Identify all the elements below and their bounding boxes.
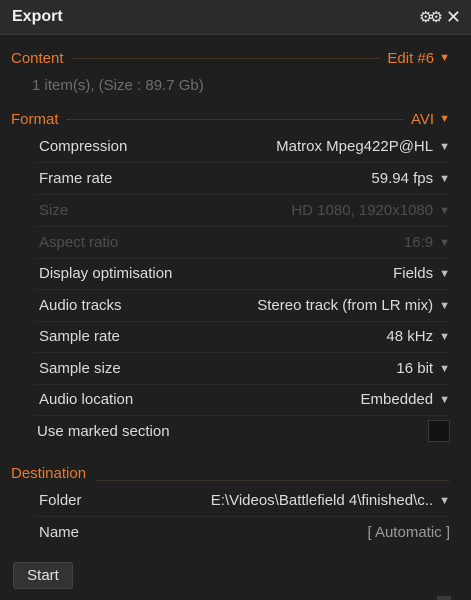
audio-location-value[interactable]: Embedded [361,391,434,408]
close-icon[interactable]: ✕ [446,7,461,28]
divider [95,480,450,481]
use-marked-section-checkbox[interactable] [428,420,450,442]
dropdown-arrow-icon[interactable]: ▼ [439,363,450,375]
sample-size-label: Sample size [39,360,121,377]
format-section-header[interactable]: Format AVI ▼ [11,108,450,130]
dropdown-arrow-icon[interactable]: ▼ [439,173,450,185]
compression-row[interactable]: Compression Matrox Mpeg422P@HL ▼ [35,131,450,163]
audio-location-row[interactable]: Audio location Embedded ▼ [35,384,450,416]
display-optimisation-value[interactable]: Fields [393,265,433,282]
size-row: Size HD 1080, 1920x1080 ▼ [35,195,450,227]
divider [66,118,404,120]
divider [71,57,380,59]
dropdown-arrow-icon[interactable]: ▼ [439,331,450,343]
destination-heading: Destination [11,464,87,482]
frame-rate-row[interactable]: Frame rate 59.94 fps ▼ [35,163,450,195]
start-button[interactable]: Start [13,562,73,589]
folder-value[interactable]: E:\Videos\Battlefield 4\finished\c.. [211,492,433,509]
title-bar: Export ⚙⚙ ✕ [0,0,471,35]
display-optimisation-row[interactable]: Display optimisation Fields ▼ [35,258,450,290]
aspect-ratio-value: 16:9 [403,234,434,251]
export-panel: Export ⚙⚙ ✕ Content Edit #6 ▼ 1 item(s),… [0,0,471,600]
aspect-ratio-row: Aspect ratio 16:9 ▼ [35,227,450,259]
dropdown-arrow-icon[interactable]: ▼ [439,300,450,312]
sample-size-value[interactable]: 16 bit [396,360,433,377]
dropdown-arrow-icon: ▼ [439,236,450,249]
dropdown-arrow-icon[interactable]: ▼ [439,268,450,280]
window-title: Export [12,8,63,25]
audio-tracks-label: Audio tracks [39,297,122,314]
aspect-ratio-label: Aspect ratio [39,234,119,251]
content-section-header[interactable]: Content Edit #6 ▼ [11,47,450,69]
display-optimisation-label: Display optimisation [39,265,173,282]
folder-label: Folder [39,492,82,509]
content-info: 1 item(s), (Size : 89.7 Gb) [32,77,204,94]
dropdown-arrow-icon: ▼ [439,204,450,217]
folder-row[interactable]: Folder E:\Videos\Battlefield 4\finished\… [35,485,450,517]
compression-label: Compression [39,138,128,155]
dropdown-arrow-icon[interactable]: ▼ [439,52,450,64]
use-marked-section-row: Use marked section [33,416,450,447]
name-row[interactable]: Name [ Automatic ] [35,517,450,548]
audio-tracks-value[interactable]: Stereo track (from LR mix) [257,297,433,314]
sample-rate-label: Sample rate [39,328,120,345]
dropdown-arrow-icon[interactable]: ▼ [439,141,450,153]
sample-rate-row[interactable]: Sample rate 48 kHz ▼ [35,321,450,353]
dropdown-arrow-icon[interactable]: ▼ [439,113,450,125]
compression-value[interactable]: Matrox Mpeg422P@HL [276,138,433,155]
size-value: HD 1080, 1920x1080 [291,202,434,219]
dropdown-arrow-icon[interactable]: ▼ [439,495,450,507]
content-value[interactable]: Edit #6 [387,50,434,67]
name-value[interactable]: [ Automatic ] [367,524,450,541]
settings-icon[interactable]: ⚙⚙ [419,8,443,26]
sample-size-row[interactable]: Sample size 16 bit ▼ [35,353,450,385]
frame-rate-label: Frame rate [39,170,113,187]
use-marked-section-label: Use marked section [37,423,170,440]
content-heading: Content [11,49,64,67]
dropdown-arrow-icon[interactable]: ▼ [439,394,450,406]
format-value[interactable]: AVI [411,111,434,128]
audio-location-label: Audio location [39,391,134,408]
name-label: Name [39,524,80,541]
size-label: Size [39,202,69,219]
resize-handle[interactable] [437,596,451,600]
format-heading: Format [11,110,59,128]
titlebar-icons: ⚙⚙ ✕ [419,7,461,28]
audio-tracks-row[interactable]: Audio tracks Stereo track (from LR mix) … [35,290,450,322]
sample-rate-value[interactable]: 48 kHz [386,328,433,345]
frame-rate-value[interactable]: 59.94 fps [371,170,433,187]
destination-section-header: Destination [11,462,86,484]
